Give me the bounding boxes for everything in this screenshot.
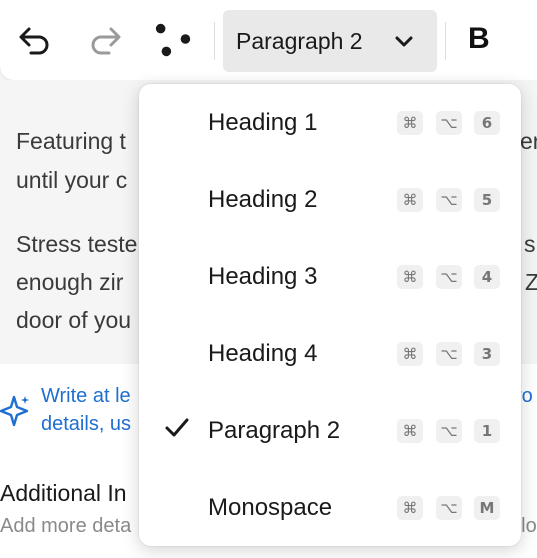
chevron-down-icon [395, 36, 413, 47]
command-key-icon: ⌘ [397, 342, 423, 366]
sparkle-icon [0, 395, 29, 427]
option-key-icon: ⌥ [436, 111, 462, 135]
menu-item-heading-3[interactable]: Heading 3 ⌘ ⌥ 4 [139, 241, 521, 311]
menu-item-monospace[interactable]: Monospace ⌘ ⌥ M [139, 472, 521, 542]
additional-info-title: Additional In [0, 480, 127, 506]
paragraph-text: until your c [16, 167, 128, 193]
paragraph-text: Stress teste [16, 231, 138, 257]
command-key-icon: ⌘ [397, 419, 423, 443]
toolbar-divider [445, 22, 446, 60]
bold-button[interactable]: B [468, 22, 490, 56]
command-key-icon: ⌘ [397, 188, 423, 212]
shortcut-key: 5 [474, 188, 500, 212]
command-key-icon: ⌘ [397, 265, 423, 289]
paragraph-text: Z [525, 269, 537, 295]
more-tools-button[interactable] [154, 18, 194, 62]
menu-item-label: Heading 2 [208, 186, 318, 213]
option-key-icon: ⌥ [436, 419, 462, 443]
shortcut-key: 3 [474, 342, 500, 366]
redo-button[interactable] [85, 18, 125, 62]
menu-item-label: Heading 1 [208, 109, 318, 136]
paragraph-text: er [520, 128, 537, 154]
menu-item-label: Heading 4 [208, 340, 318, 367]
option-key-icon: ⌥ [436, 188, 462, 212]
option-key-icon: ⌥ [436, 496, 462, 520]
check-icon [165, 418, 189, 437]
dots-icon [155, 23, 191, 57]
menu-item-label: Heading 3 [208, 263, 318, 290]
menu-item-heading-4[interactable]: Heading 4 ⌘ ⌥ 3 [139, 318, 521, 388]
text-style-menu: Heading 1 ⌘ ⌥ 6 Heading 2 ⌘ ⌥ 5 Heading … [139, 84, 521, 546]
paragraph-text: door of you [16, 307, 132, 333]
shortcut-key: 4 [474, 265, 500, 289]
toolbar-divider [214, 22, 215, 60]
ai-prompt-link[interactable]: details, us [41, 410, 131, 438]
paragraph-text: s [524, 231, 536, 257]
paragraph-text: enough zir [16, 269, 124, 295]
menu-item-paragraph-2[interactable]: Paragraph 2 ⌘ ⌥ 1 [139, 395, 521, 465]
command-key-icon: ⌘ [397, 496, 423, 520]
redo-icon [91, 27, 121, 55]
shortcut-key: 1 [474, 419, 500, 443]
option-key-icon: ⌥ [436, 265, 462, 289]
paragraph-text: Featuring t [16, 128, 126, 154]
menu-item-heading-1[interactable]: Heading 1 ⌘ ⌥ 6 [139, 87, 521, 157]
additional-info-subtitle: Add more deta [0, 515, 132, 537]
shortcut-key: 6 [474, 111, 500, 135]
menu-item-label: Paragraph 2 [208, 417, 341, 444]
undo-button[interactable] [15, 18, 55, 62]
text-style-value: Paragraph 2 [236, 27, 363, 54]
menu-item-label: Monospace [208, 494, 333, 521]
ai-prompt-link[interactable]: Write at le [41, 382, 131, 410]
shortcut-key: M [474, 496, 500, 520]
editor-toolbar: Paragraph 2 B [0, 0, 537, 80]
menu-item-heading-2[interactable]: Heading 2 ⌘ ⌥ 5 [139, 164, 521, 234]
option-key-icon: ⌥ [436, 342, 462, 366]
undo-icon [19, 27, 49, 55]
command-key-icon: ⌘ [397, 111, 423, 135]
text-style-select[interactable]: Paragraph 2 [223, 10, 437, 72]
